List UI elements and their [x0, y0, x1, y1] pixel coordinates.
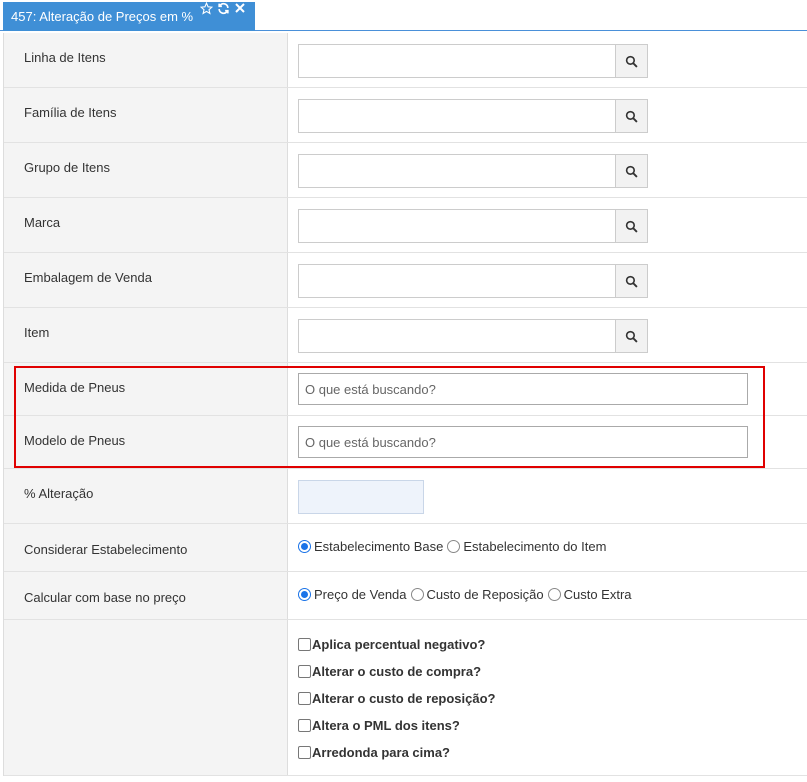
field-label: Grupo de Itens: [4, 143, 288, 197]
checkbox-option[interactable]: Arredonda para cima?: [298, 739, 496, 766]
search-icon: [625, 110, 638, 123]
checkbox-label: Altera o PML dos itens?: [312, 718, 460, 733]
field-label: Marca: [4, 198, 288, 252]
row-modelo-pneus: Modelo de Pneus: [4, 416, 807, 469]
checkbox-custo-compra[interactable]: [298, 665, 311, 678]
checkbox-option[interactable]: Aplica percentual negativo?: [298, 631, 496, 658]
medida-pneus-input[interactable]: [298, 373, 748, 405]
filter-form: Linha de Itens Família de Itens Grupo de…: [3, 33, 807, 776]
linha-itens-input[interactable]: [298, 44, 615, 78]
checkbox-label: Aplica percentual negativo?: [312, 637, 486, 652]
checkbox-pml-itens[interactable]: [298, 719, 311, 732]
search-icon: [625, 55, 638, 68]
radio-option[interactable]: Custo Extra: [547, 587, 632, 602]
field-label: Modelo de Pneus: [4, 416, 288, 468]
modelo-pneus-input[interactable]: [298, 426, 748, 458]
field-label: % Alteração: [4, 469, 288, 523]
field-label: Item: [4, 308, 288, 362]
checkbox-label: Alterar o custo de reposição?: [312, 691, 496, 706]
radio-label: Custo de Reposição: [426, 587, 544, 602]
familia-itens-input[interactable]: [298, 99, 615, 133]
checkbox-option[interactable]: Alterar o custo de reposição?: [298, 685, 496, 712]
grupo-itens-input[interactable]: [298, 154, 615, 188]
radio-estabelecimento-base[interactable]: [298, 540, 311, 553]
radio-preco-venda[interactable]: [298, 588, 311, 601]
checkbox-percentual-negativo[interactable]: [298, 638, 311, 651]
search-icon: [625, 275, 638, 288]
checkbox-custo-reposicao[interactable]: [298, 692, 311, 705]
empty-label-cell: [4, 620, 288, 775]
search-icon: [625, 220, 638, 233]
row-medida-pneus: Medida de Pneus: [4, 363, 807, 416]
field-label: Calcular com base no preço: [4, 572, 288, 619]
grupo-itens-lookup: [298, 154, 648, 188]
refresh-icon[interactable]: [217, 2, 230, 18]
row-linha-itens: Linha de Itens: [4, 33, 807, 88]
checkbox-arredonda-cima[interactable]: [298, 746, 311, 759]
close-icon[interactable]: [234, 2, 246, 18]
radio-label: Custo Extra: [563, 587, 632, 602]
embalagem-venda-lookup: [298, 264, 648, 298]
row-item: Item: [4, 308, 807, 363]
row-embalagem-venda: Embalagem de Venda: [4, 253, 807, 308]
row-marca: Marca: [4, 198, 807, 253]
radio-label: Estabelecimento do Item: [463, 539, 607, 554]
linha-itens-search-button[interactable]: [615, 44, 648, 78]
field-label: Embalagem de Venda: [4, 253, 288, 307]
row-options-checkboxes: Aplica percentual negativo? Alterar o cu…: [4, 620, 807, 776]
checkbox-label: Alterar o custo de compra?: [312, 664, 482, 679]
radio-option[interactable]: Estabelecimento do Item: [447, 539, 606, 554]
grupo-itens-search-button[interactable]: [615, 154, 648, 188]
item-input[interactable]: [298, 319, 615, 353]
radio-option[interactable]: Estabelecimento Base: [298, 539, 443, 554]
field-label: Medida de Pneus: [4, 363, 288, 415]
row-familia-itens: Família de Itens: [4, 88, 807, 143]
familia-itens-search-button[interactable]: [615, 99, 648, 133]
radio-option[interactable]: Preço de Venda: [298, 587, 407, 602]
radio-label: Estabelecimento Base: [314, 539, 444, 554]
row-percent-alteracao: % Alteração: [4, 469, 807, 524]
radio-custo-reposicao[interactable]: [410, 588, 424, 601]
checkbox-label: Arredonda para cima?: [312, 745, 450, 760]
tab-price-change[interactable]: 457: Alteração de Preços em %: [3, 2, 255, 31]
item-lookup: [298, 319, 648, 353]
base-preco-radio-group: Preço de Venda Custo de Reposição Custo …: [298, 587, 636, 602]
embalagem-venda-input[interactable]: [298, 264, 615, 298]
tab-actions: [200, 2, 246, 18]
row-considerar-estabelecimento: Considerar Estabelecimento Estabelecimen…: [4, 524, 807, 572]
checkbox-option[interactable]: Alterar o custo de compra?: [298, 658, 496, 685]
marca-search-button[interactable]: [615, 209, 648, 243]
estabelecimento-radio-group: Estabelecimento Base Estabelecimento do …: [298, 539, 610, 554]
field-label: Família de Itens: [4, 88, 288, 142]
tab-title: 457: Alteração de Preços em %: [11, 9, 194, 24]
item-search-button[interactable]: [615, 319, 648, 353]
familia-itens-lookup: [298, 99, 648, 133]
embalagem-venda-search-button[interactable]: [615, 264, 648, 298]
radio-estabelecimento-item[interactable]: [447, 540, 461, 553]
percent-alteracao-input[interactable]: [298, 480, 424, 514]
radio-option[interactable]: Custo de Reposição: [410, 587, 544, 602]
field-label: Considerar Estabelecimento: [4, 524, 288, 571]
search-icon: [625, 165, 638, 178]
star-icon[interactable]: [200, 2, 213, 18]
field-label: Linha de Itens: [4, 33, 288, 87]
radio-custo-extra[interactable]: [547, 588, 561, 601]
marca-lookup: [298, 209, 648, 243]
checkbox-option[interactable]: Altera o PML dos itens?: [298, 712, 496, 739]
marca-input[interactable]: [298, 209, 615, 243]
search-icon: [625, 330, 638, 343]
row-grupo-itens: Grupo de Itens: [4, 143, 807, 198]
linha-itens-lookup: [298, 44, 648, 78]
options-checkbox-group: Aplica percentual negativo? Alterar o cu…: [298, 631, 496, 766]
row-calcular-base-preco: Calcular com base no preço Preço de Vend…: [4, 572, 807, 620]
tab-bar: 457: Alteração de Preços em %: [0, 0, 807, 31]
radio-label: Preço de Venda: [314, 587, 407, 602]
